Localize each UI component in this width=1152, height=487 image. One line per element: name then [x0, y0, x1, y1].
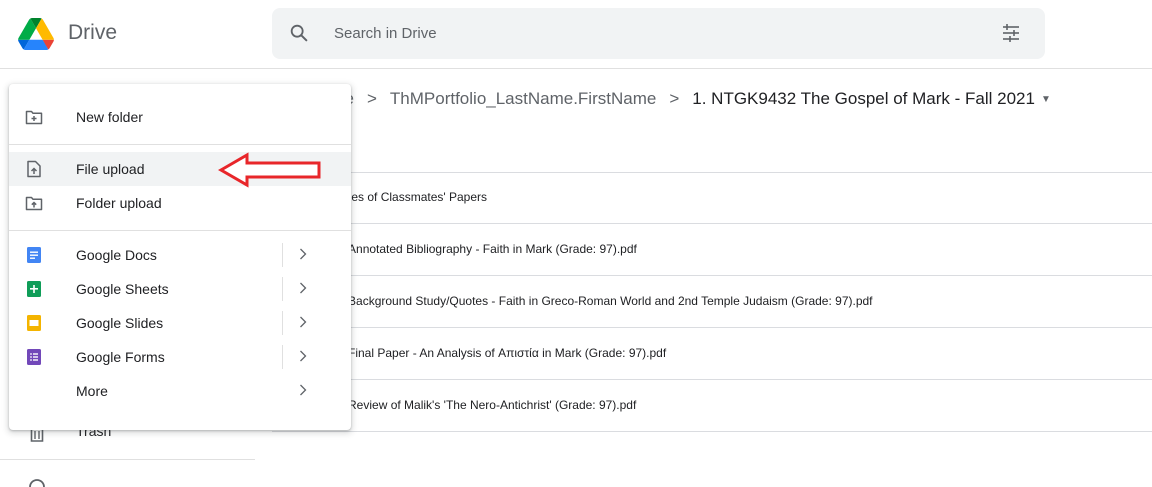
- top-bar: Drive: [0, 0, 1152, 68]
- menu-item-new-folder[interactable]: New folder: [9, 100, 351, 134]
- menu-item-google-sheets[interactable]: Google Sheets: [9, 272, 351, 306]
- search-bar[interactable]: [272, 8, 1045, 59]
- list-item[interactable]: tiques of Classmates' Papers: [272, 173, 1152, 224]
- breadcrumb-current[interactable]: 1. NTGK9432 The Gospel of Mark - Fall 20…: [692, 89, 1035, 109]
- file-name: ui_Review of Malik's 'The Nero-Antichris…: [332, 398, 637, 412]
- menu-item-label: File upload: [76, 161, 145, 177]
- chevron-right-icon[interactable]: [299, 247, 307, 261]
- menu-divider: [9, 144, 351, 145]
- list-item[interactable]: ui_Final Paper - An Analysis of Απιστία …: [272, 329, 1152, 380]
- file-name: ui_Final Paper - An Analysis of Απιστία …: [332, 346, 667, 360]
- search-input[interactable]: [334, 8, 934, 59]
- sidebar-divider: [0, 459, 255, 460]
- menu-item-separator: [282, 345, 283, 369]
- menu-item-google-forms[interactable]: Google Forms: [9, 340, 351, 374]
- chevron-right-icon: >: [669, 89, 680, 108]
- menu-divider: [9, 230, 351, 231]
- list-item[interactable]: ui_Annotated Bibliography - Faith in Mar…: [272, 225, 1152, 276]
- list-item[interactable]: ui_Background Study/Quotes - Faith in Gr…: [272, 277, 1152, 328]
- forms-icon: [27, 349, 41, 365]
- breadcrumb-item[interactable]: ThMPortfolio_LastName.FirstName: [390, 89, 656, 109]
- menu-item-label: Google Forms: [76, 349, 165, 365]
- menu-item-separator: [282, 243, 283, 267]
- menu-item-label: Google Sheets: [76, 281, 169, 297]
- file-name: tiques of Classmates' Papers: [332, 190, 488, 204]
- storage-icon: [29, 479, 45, 487]
- menu-item-label: More: [76, 383, 108, 399]
- list-item[interactable]: ui_Review of Malik's 'The Nero-Antichris…: [272, 381, 1152, 432]
- annotation-arrow-icon: [217, 152, 321, 188]
- chevron-right-icon[interactable]: [299, 315, 307, 329]
- chevron-right-icon[interactable]: [299, 383, 307, 397]
- menu-item-label: Folder upload: [76, 195, 162, 211]
- sheets-icon: [27, 281, 41, 297]
- menu-item-separator: [282, 277, 283, 301]
- drive-logo-icon[interactable]: [16, 18, 56, 50]
- menu-item-google-slides[interactable]: Google Slides: [9, 306, 351, 340]
- file-name: ui_Background Study/Quotes - Faith in Gr…: [332, 294, 873, 308]
- chevron-right-icon[interactable]: [299, 281, 307, 295]
- folder-upload-icon: [25, 196, 43, 211]
- menu-item-google-docs[interactable]: Google Docs: [9, 238, 351, 272]
- file-upload-icon: [27, 160, 41, 178]
- chevron-right-icon[interactable]: [299, 349, 307, 363]
- search-options-icon[interactable]: [1001, 23, 1021, 43]
- menu-item-label: Google Docs: [76, 247, 157, 263]
- breadcrumb: ve > ThMPortfolio_LastName.FirstName > 1…: [336, 87, 1051, 111]
- product-name: Drive: [68, 21, 118, 44]
- menu-item-separator: [282, 311, 283, 335]
- menu-item-label: New folder: [76, 109, 143, 125]
- search-icon[interactable]: [288, 22, 310, 44]
- file-name: ui_Annotated Bibliography - Faith in Mar…: [332, 242, 637, 256]
- menu-item-folder-upload[interactable]: Folder upload: [9, 186, 351, 220]
- new-folder-icon: [25, 110, 43, 125]
- chevron-right-icon: >: [366, 89, 377, 108]
- slides-icon: [27, 315, 41, 331]
- header-divider: [0, 68, 1152, 69]
- docs-icon: [27, 247, 41, 263]
- dropdown-arrow-icon[interactable]: ▼: [1041, 94, 1051, 105]
- new-item-menu: New folder File upload Folder upload Goo…: [9, 84, 351, 430]
- menu-item-label: Google Slides: [76, 315, 164, 331]
- menu-item-more[interactable]: More: [9, 374, 351, 408]
